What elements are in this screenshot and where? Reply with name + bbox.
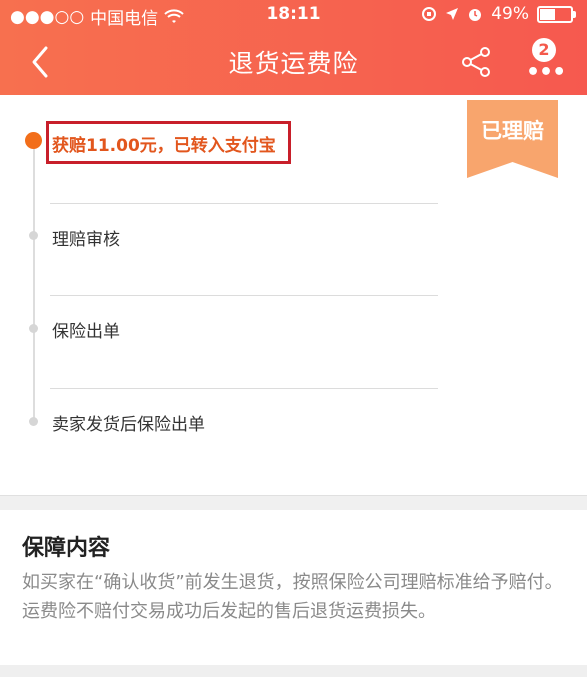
timeline-dot <box>29 417 38 426</box>
more-button[interactable]: 2 ••• <box>520 38 566 85</box>
coverage-body: 如买家在“确认收货”前发生退货，按照保险公司理赔标准给予赔付。运费险不赔付交易成… <box>22 572 563 622</box>
timeline-step-review: 理赔审核 <box>52 230 120 250</box>
timeline-step-payout: 获赔11.00元，已转入支付宝 <box>52 136 276 156</box>
status-right: 49% <box>421 4 576 24</box>
rotation-lock-icon <box>422 7 437 21</box>
bottom-divider <box>0 665 587 677</box>
divider <box>50 295 438 296</box>
divider <box>50 388 438 389</box>
divider <box>50 203 438 204</box>
battery-percent: 49% <box>491 4 529 24</box>
share-icon[interactable] <box>458 44 494 80</box>
timeline-step-issued: 保险出单 <box>52 322 120 342</box>
timeline-line <box>33 140 35 423</box>
timeline-step-shipment: 卖家发货后保险出单 <box>52 415 205 435</box>
section-divider <box>0 495 587 510</box>
nav-bar: 退货运费险 2 ••• <box>0 30 587 95</box>
coverage-title: 保障内容 <box>22 536 111 561</box>
alarm-icon <box>469 9 482 21</box>
more-icon: ••• <box>526 60 566 85</box>
ribbon-label: 已理赔 <box>481 119 544 143</box>
page-title: 退货运费险 <box>228 49 359 78</box>
timeline-dot-active <box>25 132 42 149</box>
timeline-dot <box>29 231 38 240</box>
timeline-dot <box>29 324 38 333</box>
battery-icon <box>537 5 576 23</box>
app-header: ●●●○○ 中国电信 18:11 49% 退货运费险 2 ••• <box>0 0 587 95</box>
notification-badge: 2 <box>532 38 556 62</box>
claimed-ribbon: 已理赔 <box>467 100 558 178</box>
location-icon <box>446 8 459 20</box>
status-bar: ●●●○○ 中国电信 18:11 49% <box>0 0 587 30</box>
